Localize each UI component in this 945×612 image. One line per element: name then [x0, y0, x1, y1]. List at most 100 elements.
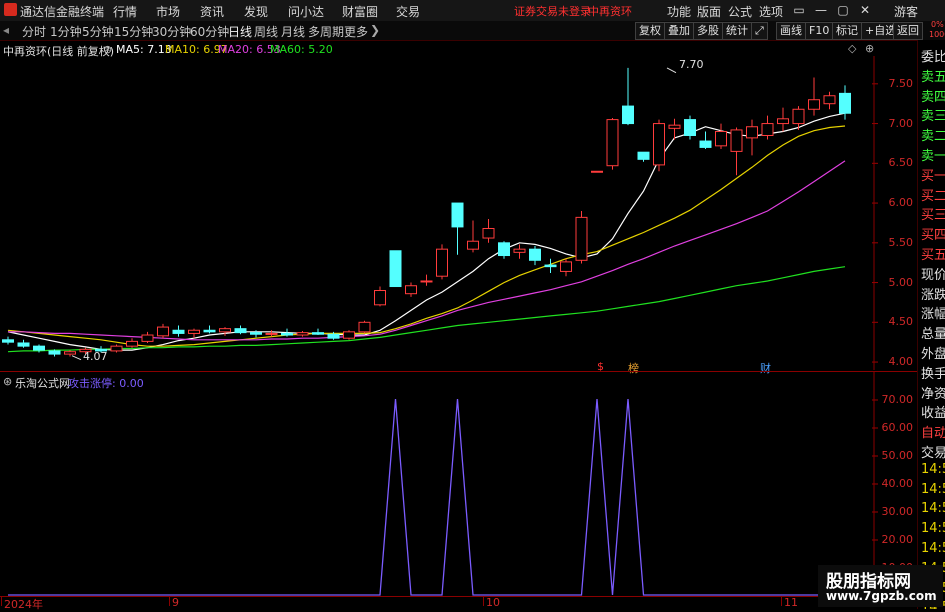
- tab-5min[interactable]: 5分钟: [82, 23, 114, 40]
- candle-up: [746, 126, 758, 139]
- tab-30min[interactable]: 30分钟: [152, 23, 191, 40]
- menu-gongshi[interactable]: 公式: [728, 3, 752, 20]
- candle-down: [327, 333, 340, 339]
- low-pointer: [71, 355, 82, 361]
- candle-down: [234, 328, 247, 334]
- menu-banmian[interactable]: 版面: [697, 3, 721, 20]
- menu-wenxiaoda[interactable]: 问小达: [288, 3, 324, 20]
- indicator-tick-label: 40.00: [881, 477, 914, 490]
- right-panel-item: 卖四: [921, 89, 945, 105]
- candle-up: [358, 321, 371, 333]
- ma-line-ma5: [7, 112, 846, 351]
- menu-hangqing[interactable]: 行情: [113, 3, 137, 20]
- right-panel-item: 14:56: [921, 521, 945, 537]
- more-arrow-icon[interactable]: ❯: [370, 23, 380, 37]
- tab-monthly[interactable]: 月线: [281, 23, 305, 40]
- date-tick-label: 9: [172, 596, 179, 609]
- ma-settings-icon[interactable]: ⊛: [103, 43, 112, 56]
- multi-stock-button[interactable]: 多股: [693, 22, 723, 40]
- candle-down: [498, 242, 510, 257]
- current-stock-name: 中再资环: [588, 5, 632, 18]
- close-icon[interactable]: ✕: [856, 2, 874, 18]
- candle-down: [529, 248, 541, 261]
- ma60-label: MA60: 5.20: [270, 43, 333, 56]
- right-panel-item[interactable]: 交易: [921, 442, 945, 461]
- candle-down: [684, 119, 696, 136]
- right-panel-item: 卖一: [921, 149, 945, 164]
- menu-shichang[interactable]: 市场: [156, 3, 180, 20]
- expand-icon[interactable]: ⊕: [865, 42, 874, 55]
- candle-up: [730, 129, 743, 152]
- draw-button[interactable]: 画线: [776, 22, 806, 40]
- indicator-tick-label: 20.00: [881, 533, 914, 546]
- menu-caifuquan[interactable]: 财富圈: [342, 3, 378, 20]
- date-tick-mark: [781, 596, 782, 606]
- candle-up: [141, 334, 154, 342]
- right-quote-panel: 委比 卖五 卖四 卖三 卖二 卖一 买一 买二 买三 买四 买五 现价 涨跌 涨幅 总量 外盘 换手 净资 收益 自动…: [917, 40, 945, 609]
- mark-button[interactable]: 标记: [832, 22, 862, 40]
- candle-up: [219, 328, 231, 333]
- collapse-icon[interactable]: ◂: [3, 23, 9, 37]
- right-panel-item: 换手: [921, 366, 945, 382]
- indicator-tick-label: 30.00: [881, 505, 914, 518]
- candle-down: [2, 339, 14, 343]
- menu-gongneng[interactable]: 功能: [667, 3, 691, 20]
- high-price-label: 7.70: [679, 58, 704, 71]
- right-panel-item: 涨跌: [921, 287, 945, 303]
- tab-more[interactable]: 更多: [344, 23, 368, 40]
- candle-down: [622, 105, 634, 125]
- candle-up: [374, 290, 386, 306]
- tab-multi-period[interactable]: 多周期: [308, 23, 344, 40]
- price-tick-label: 5.50: [888, 235, 914, 249]
- corner-volume: 1000: [929, 30, 945, 39]
- menu-faxian[interactable]: 发现: [244, 3, 268, 20]
- user-guest[interactable]: 游客: [894, 3, 918, 20]
- menu-zixun[interactable]: 资讯: [200, 3, 224, 20]
- indicator-tick-label: 70.00: [881, 393, 914, 406]
- price-tick-label: 6.50: [888, 156, 914, 170]
- fuquan-button[interactable]: 复权: [635, 22, 665, 40]
- maximize-icon[interactable]: ▢: [834, 2, 852, 18]
- right-panel-item: 买二: [921, 188, 945, 204]
- candle-up: [777, 118, 789, 125]
- statistics-button[interactable]: 统计: [722, 22, 752, 40]
- candle-down: [281, 332, 293, 336]
- indicator-chart[interactable]: [0, 372, 917, 596]
- tab-1min[interactable]: 1分钟: [50, 23, 82, 40]
- candle-down: [839, 92, 851, 114]
- price-tick-label: 7.00: [888, 116, 914, 130]
- right-panel-item: 委比: [921, 50, 945, 65]
- overlay-button[interactable]: 叠加: [664, 22, 694, 40]
- right-panel-item: 买三: [921, 208, 945, 224]
- attack-limit-up-line: [8, 398, 845, 596]
- minimize-icon[interactable]: —: [812, 2, 830, 18]
- menu-xuanxiang[interactable]: 选项: [759, 3, 783, 20]
- date-tick-label: 10: [486, 596, 500, 609]
- candle-up: [343, 331, 355, 339]
- indicator-tick-label: 50.00: [881, 449, 914, 462]
- ma-line-ma10: [7, 125, 846, 347]
- draw-line-button[interactable]: ⤢: [751, 22, 768, 40]
- app-logo-icon: [4, 3, 17, 16]
- tab-15min[interactable]: 15分钟: [114, 23, 153, 40]
- date-tick-mark: [1, 596, 2, 606]
- candle-up: [823, 95, 836, 105]
- screen-icon[interactable]: ▭: [790, 2, 808, 18]
- tab-weekly[interactable]: 周线: [254, 23, 278, 40]
- trade-login-notice[interactable]: 证券交易未登录: [514, 3, 591, 19]
- tab-60min[interactable]: 60分钟: [190, 23, 229, 40]
- candle-down: [250, 332, 262, 335]
- tab-fenshi[interactable]: 分时: [22, 23, 46, 40]
- kline-chart[interactable]: [0, 56, 917, 370]
- right-panel-item[interactable]: 自动: [921, 422, 945, 441]
- candle-down: [389, 250, 402, 288]
- back-button[interactable]: 返回: [893, 22, 923, 40]
- menu-jiaoyi[interactable]: 交易: [396, 3, 420, 20]
- diamond-icon[interactable]: ◇: [848, 42, 856, 55]
- tab-daily[interactable]: 日线: [228, 23, 252, 40]
- f10-button[interactable]: F10: [805, 22, 834, 40]
- candle-up: [64, 351, 76, 355]
- date-tick-label: 2024年: [4, 598, 43, 611]
- right-panel-item: 14:56: [921, 501, 945, 517]
- candle-up: [110, 345, 123, 352]
